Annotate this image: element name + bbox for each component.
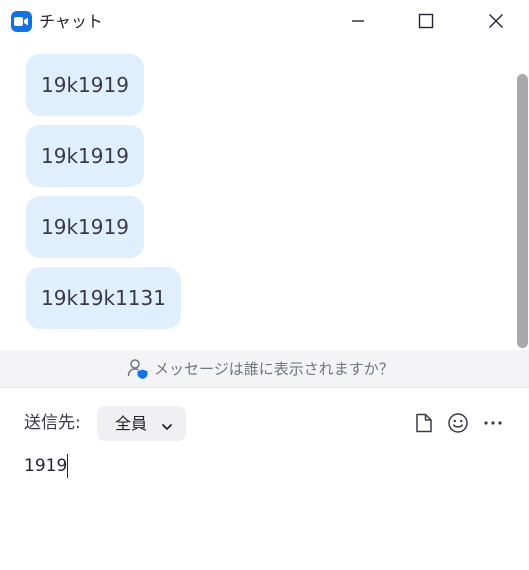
visibility-notice-text: メッセージは誰に表示されますか？ — [154, 360, 394, 378]
more-horizontal-icon — [484, 421, 502, 425]
compose-toolbar: 送信先: 全員 — [0, 404, 529, 442]
text-caret — [67, 454, 68, 478]
more-button[interactable] — [482, 412, 504, 434]
window-title: チャット — [39, 12, 103, 31]
emoji-button[interactable] — [447, 412, 469, 434]
message-input[interactable]: 1919 — [24, 455, 504, 545]
zoom-camera-icon — [11, 11, 32, 32]
chevron-down-icon — [161, 418, 173, 437]
emoji-icon — [448, 413, 468, 433]
close-button[interactable] — [473, 0, 519, 42]
visibility-notice-bar[interactable]: メッセージは誰に表示されますか？ — [0, 350, 529, 388]
send-to-label: 送信先: — [24, 413, 81, 433]
message-list[interactable]: 19k1919 19k1919 19k1919 19k19k1131 — [0, 42, 529, 350]
person-shield-icon — [127, 358, 149, 384]
file-icon — [416, 413, 432, 433]
message-bubble[interactable]: 19k19k1131 — [26, 267, 181, 329]
recipient-dropdown[interactable]: 全員 — [97, 406, 186, 441]
recipient-value: 全員 — [115, 414, 148, 433]
message-bubble[interactable]: 19k1919 — [26, 125, 144, 187]
title-bar: チャット — [0, 0, 529, 42]
file-button[interactable] — [413, 412, 435, 434]
maximize-button[interactable] — [403, 0, 449, 42]
scrollbar-thumb[interactable] — [517, 74, 528, 348]
message-bubble[interactable]: 19k1919 — [26, 196, 144, 258]
minimize-button[interactable] — [335, 0, 381, 42]
message-bubble[interactable]: 19k1919 — [26, 54, 144, 116]
